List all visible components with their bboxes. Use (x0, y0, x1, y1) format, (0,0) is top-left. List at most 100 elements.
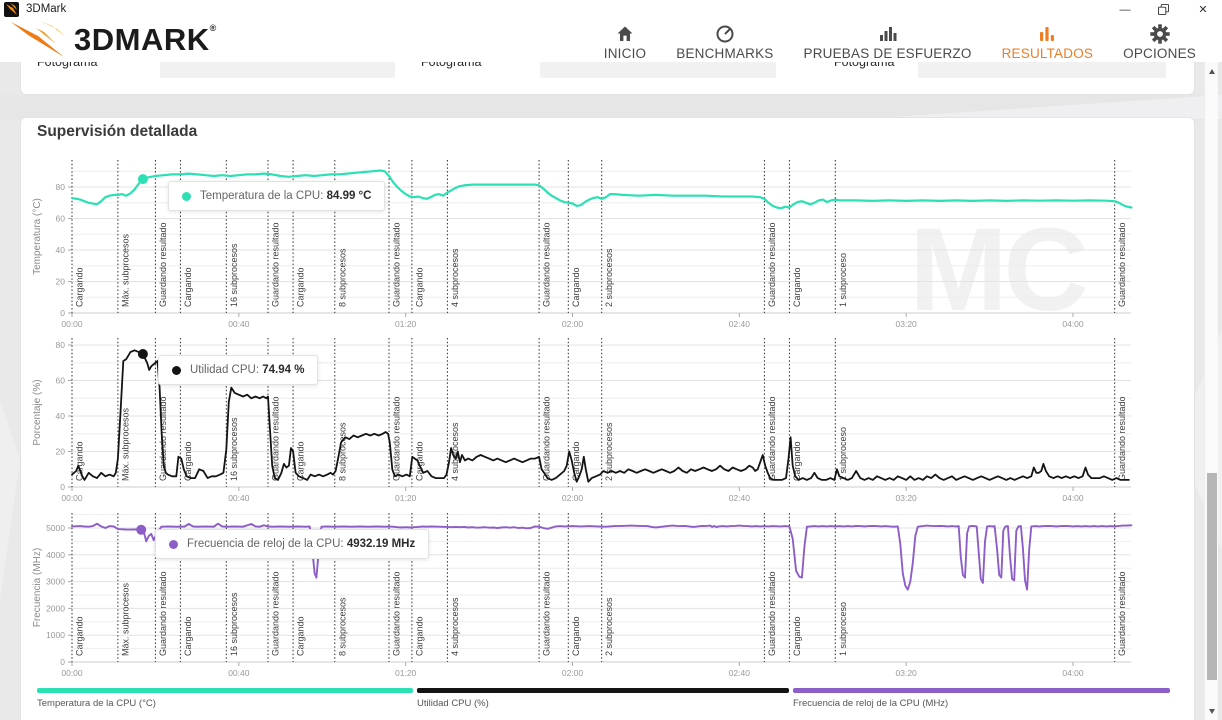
y-tick-label: 5000 (46, 523, 65, 533)
fotograma-field-group: Fotograma (834, 62, 1194, 95)
y-tick-label: 40 (56, 245, 66, 255)
x-tick-label: 01:20 (395, 668, 417, 678)
phase-marker-label: 1 subproceso (838, 602, 848, 656)
phase-marker-label: 2 subprocesos (604, 248, 614, 307)
x-tick-label: 00:40 (228, 319, 250, 329)
x-tick-label: 00:00 (61, 319, 83, 329)
nav-benchmarks[interactable]: BENCHMARKS (676, 24, 773, 61)
tooltip-text: Utilidad CPU: 74.94 % (190, 364, 304, 376)
bar-chart-icon (878, 24, 898, 44)
maximize-icon (1158, 4, 1169, 15)
phase-marker-label: Cargando (792, 441, 802, 481)
phase-marker-label: Cargando (75, 441, 85, 481)
y-tick-label: 40 (56, 411, 66, 421)
y-tick-label: 20 (56, 447, 66, 457)
legend-item-cpu-utilization[interactable]: Utilidad CPU (%) (417, 688, 789, 709)
scroll-up-button[interactable] (1205, 64, 1219, 78)
maximize-button[interactable] (1146, 0, 1180, 20)
x-tick-label: 00:40 (228, 668, 250, 678)
scroll-up-icon (1209, 69, 1215, 74)
y-tick-label: 20 (56, 277, 66, 287)
cpu-temperature-chart[interactable]: MC020406080Temperatura (°C)00:0000:4001:… (0, 148, 1222, 332)
y-tick-label: 2000 (46, 603, 65, 613)
close-button[interactable]: ✕ (1186, 0, 1220, 20)
tooltip-dot (182, 192, 191, 201)
y-axis-title: Temperatura (°C) (32, 198, 43, 275)
nav-label: PRUEBAS DE ESFUERZO (804, 46, 972, 61)
brand-logo: 3DMARK® (10, 20, 217, 60)
x-tick-label: 02:40 (729, 319, 751, 329)
phase-marker-label: Máx. subprocesos (120, 233, 130, 307)
fotograma-input[interactable] (918, 62, 1166, 78)
fotograma-input[interactable] (540, 62, 776, 78)
phase-marker-label: Guardando resultado (392, 571, 402, 656)
app-titlebar: 3DMark — ✕ (0, 0, 1222, 20)
app-icon (4, 2, 19, 17)
phase-marker-label: 16 subprocesos (229, 592, 239, 656)
nav-label: OPCIONES (1123, 46, 1196, 61)
cpu-temperature-hover-marker (138, 174, 148, 184)
y-tick-label: 3000 (46, 577, 65, 587)
nav-label: RESULTADOS (1002, 46, 1094, 61)
phase-marker-label: Guardando resultado (1117, 571, 1127, 656)
tooltip-text: Temperatura de la CPU: 84.99 °C (200, 190, 371, 202)
phase-marker-label: Guardando resultado (542, 396, 552, 481)
window-title: 3DMark (26, 3, 66, 15)
legend-item-temperature[interactable]: Temperatura de la CPU (°C) (37, 688, 413, 709)
tooltip-text: Frecuencia de reloj de la CPU: 4932.19 M… (187, 538, 415, 550)
x-tick-label: 03:20 (896, 668, 918, 678)
y-tick-label: 80 (56, 182, 66, 192)
phase-marker-label: Cargando (75, 267, 85, 307)
phase-marker-label: 16 subprocesos (229, 243, 239, 307)
scroll-down-button[interactable] (1205, 704, 1219, 718)
background-facet (860, 95, 1222, 119)
cpu-utilization-tooltip: Utilidad CPU: 74.94 % (158, 355, 318, 385)
minimize-button[interactable]: — (1108, 0, 1142, 20)
phase-marker-label: Máx. subprocesos (120, 582, 130, 656)
nav-resultados[interactable]: RESULTADOS (1002, 24, 1094, 61)
legend-label: Frecuencia de reloj de la CPU (MHz) (793, 698, 1170, 709)
y-tick-label: 60 (56, 214, 66, 224)
section-title: Supervisión detallada (37, 123, 197, 141)
brand-arrow-icon (10, 20, 74, 60)
phase-marker-label: 2 subprocesos (604, 597, 614, 656)
nav-opciones[interactable]: OPCIONES (1123, 24, 1196, 61)
phase-marker-label: Guardando resultado (1117, 222, 1127, 307)
vertical-scrollbar[interactable] (1204, 62, 1218, 720)
legend-color-bar (793, 688, 1170, 693)
tooltip-dot (169, 540, 178, 549)
results-chart-icon (1037, 24, 1057, 44)
y-tick-label: 0 (60, 482, 65, 492)
phase-marker-label: Guardando resultado (392, 222, 402, 307)
nav-pruebas-de-esfuerzo[interactable]: PRUEBAS DE ESFUERZO (804, 24, 972, 61)
x-tick-label: 04:00 (1062, 319, 1084, 329)
nav-inicio[interactable]: INICIO (604, 24, 646, 61)
scroll-thumb[interactable] (1207, 473, 1217, 680)
x-tick-label: 00:00 (61, 493, 83, 503)
cpu-frequency-tooltip: Frecuencia de reloj de la CPU: 4932.19 M… (155, 529, 429, 559)
fotograma-label: Fotograma (421, 62, 481, 69)
phase-marker-label: 8 subprocesos (337, 597, 347, 656)
y-tick-label: 60 (56, 376, 66, 386)
brand-name: 3DMARK® (74, 21, 217, 59)
phase-marker-label: 8 subprocesos (337, 248, 347, 307)
app-header: 3DMARK® INICIO BENCHMARKS PRUEBAS DE ESF… (0, 20, 1222, 62)
phase-marker-label: Guardando resultado (542, 571, 552, 656)
x-tick-label: 04:00 (1062, 493, 1084, 503)
phase-marker-label: Guardando resultado (271, 571, 281, 656)
legend-color-bar (37, 688, 413, 693)
phase-marker-label: Cargando (571, 616, 581, 656)
fotograma-input[interactable] (160, 62, 395, 78)
tooltip-value: 84.99 °C (327, 190, 372, 202)
nav-label: BENCHMARKS (676, 46, 773, 61)
x-tick-label: 00:00 (61, 668, 83, 678)
phase-marker-label: Guardando resultado (271, 222, 281, 307)
phase-marker-label: Guardando resultado (158, 571, 168, 656)
y-tick-label: 0 (60, 657, 65, 667)
fotograma-field-group: Fotograma (37, 62, 417, 95)
legend-item-cpu-frequency[interactable]: Frecuencia de reloj de la CPU (MHz) (793, 688, 1170, 709)
app-logo-glyph (5, 3, 18, 16)
phase-marker-label: Cargando (414, 441, 424, 481)
phase-marker-label: 4 subprocesos (450, 248, 460, 307)
phase-marker-label: Guardando resultado (158, 222, 168, 307)
